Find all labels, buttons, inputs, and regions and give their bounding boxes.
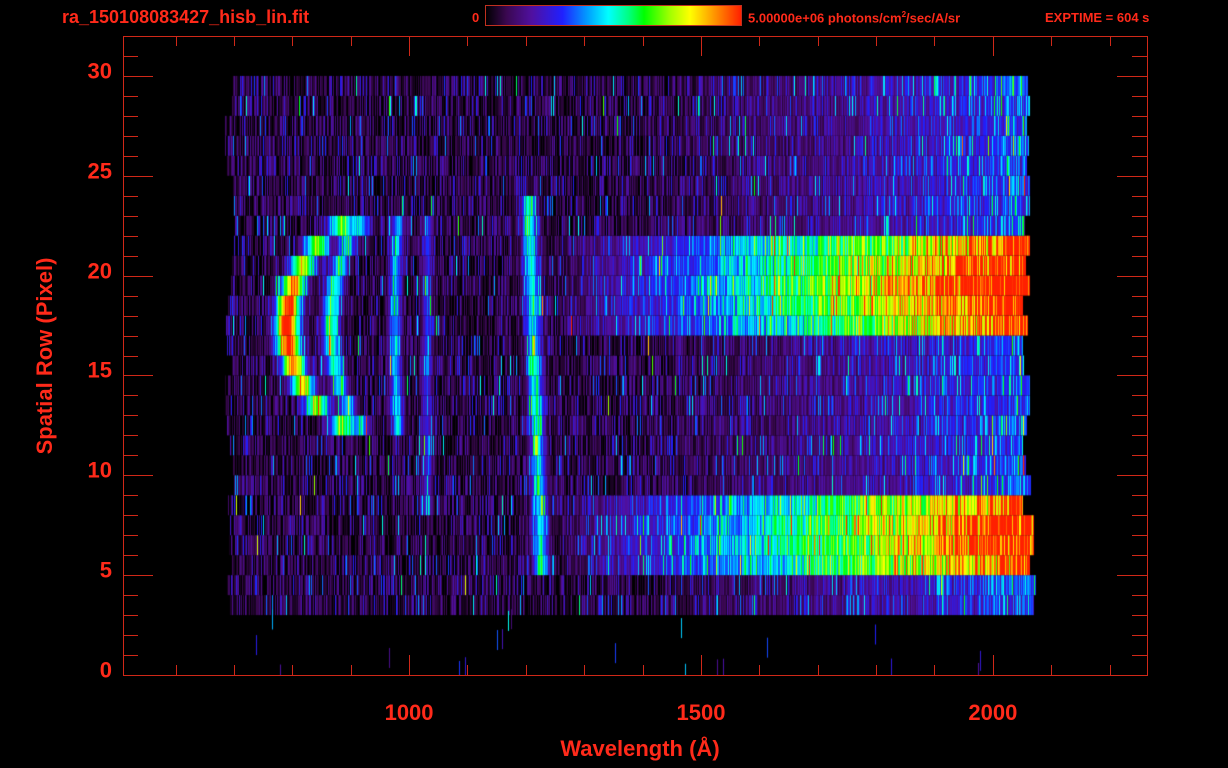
y-tick-label: 15 [87, 357, 112, 383]
x-tick-label: 1000 [384, 700, 434, 725]
x-axis-label: Wavelength (Å) [560, 736, 720, 761]
x-tick-label: 2000 [968, 700, 1018, 725]
x-tick-label: 1500 [676, 700, 726, 725]
y-tick-label: 10 [87, 457, 112, 483]
y-tick-label: 25 [87, 158, 112, 184]
plot-axes [123, 36, 1148, 676]
y-tick-label: 5 [99, 557, 112, 583]
y-tick-label: 30 [87, 58, 112, 84]
y-axis-label: Spatial Row (Pixel) [32, 257, 57, 455]
plot-frame [123, 36, 1148, 676]
y-tick-label: 0 [99, 657, 112, 683]
y-tick-label: 20 [87, 258, 112, 284]
